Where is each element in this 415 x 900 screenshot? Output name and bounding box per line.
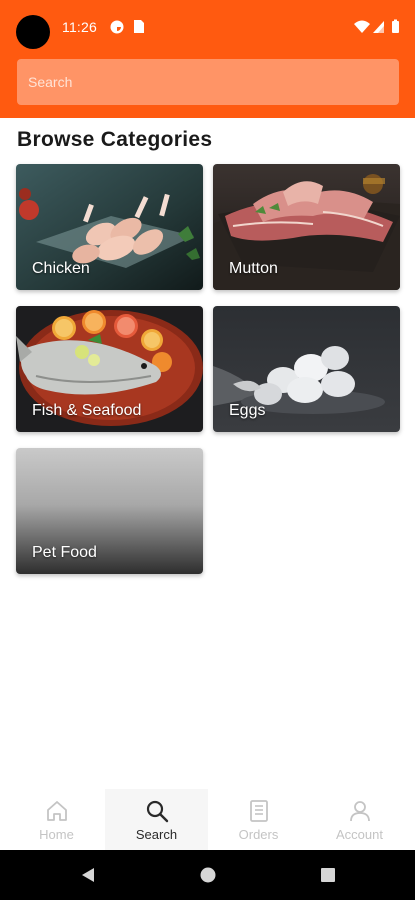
bottom-navigation: Home Search Orders Account: [0, 789, 415, 850]
status-indicators: [354, 19, 399, 33]
category-card-eggs[interactable]: Eggs: [213, 306, 400, 432]
category-card-chicken[interactable]: Chicken: [16, 164, 203, 290]
search-placeholder: Search: [28, 74, 73, 90]
category-label: Mutton: [229, 260, 278, 277]
nav-search[interactable]: Search: [105, 789, 208, 850]
search-input[interactable]: Search: [17, 59, 399, 105]
nav-account[interactable]: Account: [308, 789, 411, 850]
search-icon: [146, 800, 168, 823]
orders-icon: [249, 800, 268, 822]
nav-label: Search: [135, 827, 178, 842]
app-screen: 11:26 Search Browse Categories Chicken M…: [0, 0, 415, 900]
signal-icon: [373, 21, 384, 33]
page-title: Browse Categories: [17, 128, 213, 151]
app-header: 11:26 Search: [0, 0, 415, 118]
recents-icon[interactable]: [318, 865, 338, 885]
nav-orders[interactable]: Orders: [207, 789, 310, 850]
nav-label: Orders: [238, 827, 279, 842]
sim-card-icon: [134, 20, 144, 33]
category-label: Fish & Seafood: [32, 402, 142, 419]
category-card-pet-food[interactable]: Pet Food: [16, 448, 203, 574]
vpn-icon: [110, 20, 124, 34]
home-icon: [46, 801, 67, 821]
wifi-icon: [354, 20, 370, 33]
category-card-fish-seafood[interactable]: Fish & Seafood: [16, 306, 203, 432]
category-label: Eggs: [229, 402, 266, 419]
back-icon[interactable]: [78, 865, 98, 885]
home-circle-icon[interactable]: [198, 865, 218, 885]
status-clock: 11:26: [62, 19, 97, 35]
battery-icon: [392, 19, 399, 33]
camera-cutout: [16, 15, 50, 49]
system-navigation-bar: [0, 850, 415, 900]
category-card-mutton[interactable]: Mutton: [213, 164, 400, 290]
status-bar: 11:26: [0, 0, 415, 52]
nav-label: Account: [336, 827, 383, 842]
nav-home[interactable]: Home: [5, 789, 108, 850]
category-label: Chicken: [32, 260, 90, 277]
category-label: Pet Food: [32, 544, 97, 561]
nav-label: Home: [39, 827, 74, 842]
account-icon: [349, 801, 370, 822]
